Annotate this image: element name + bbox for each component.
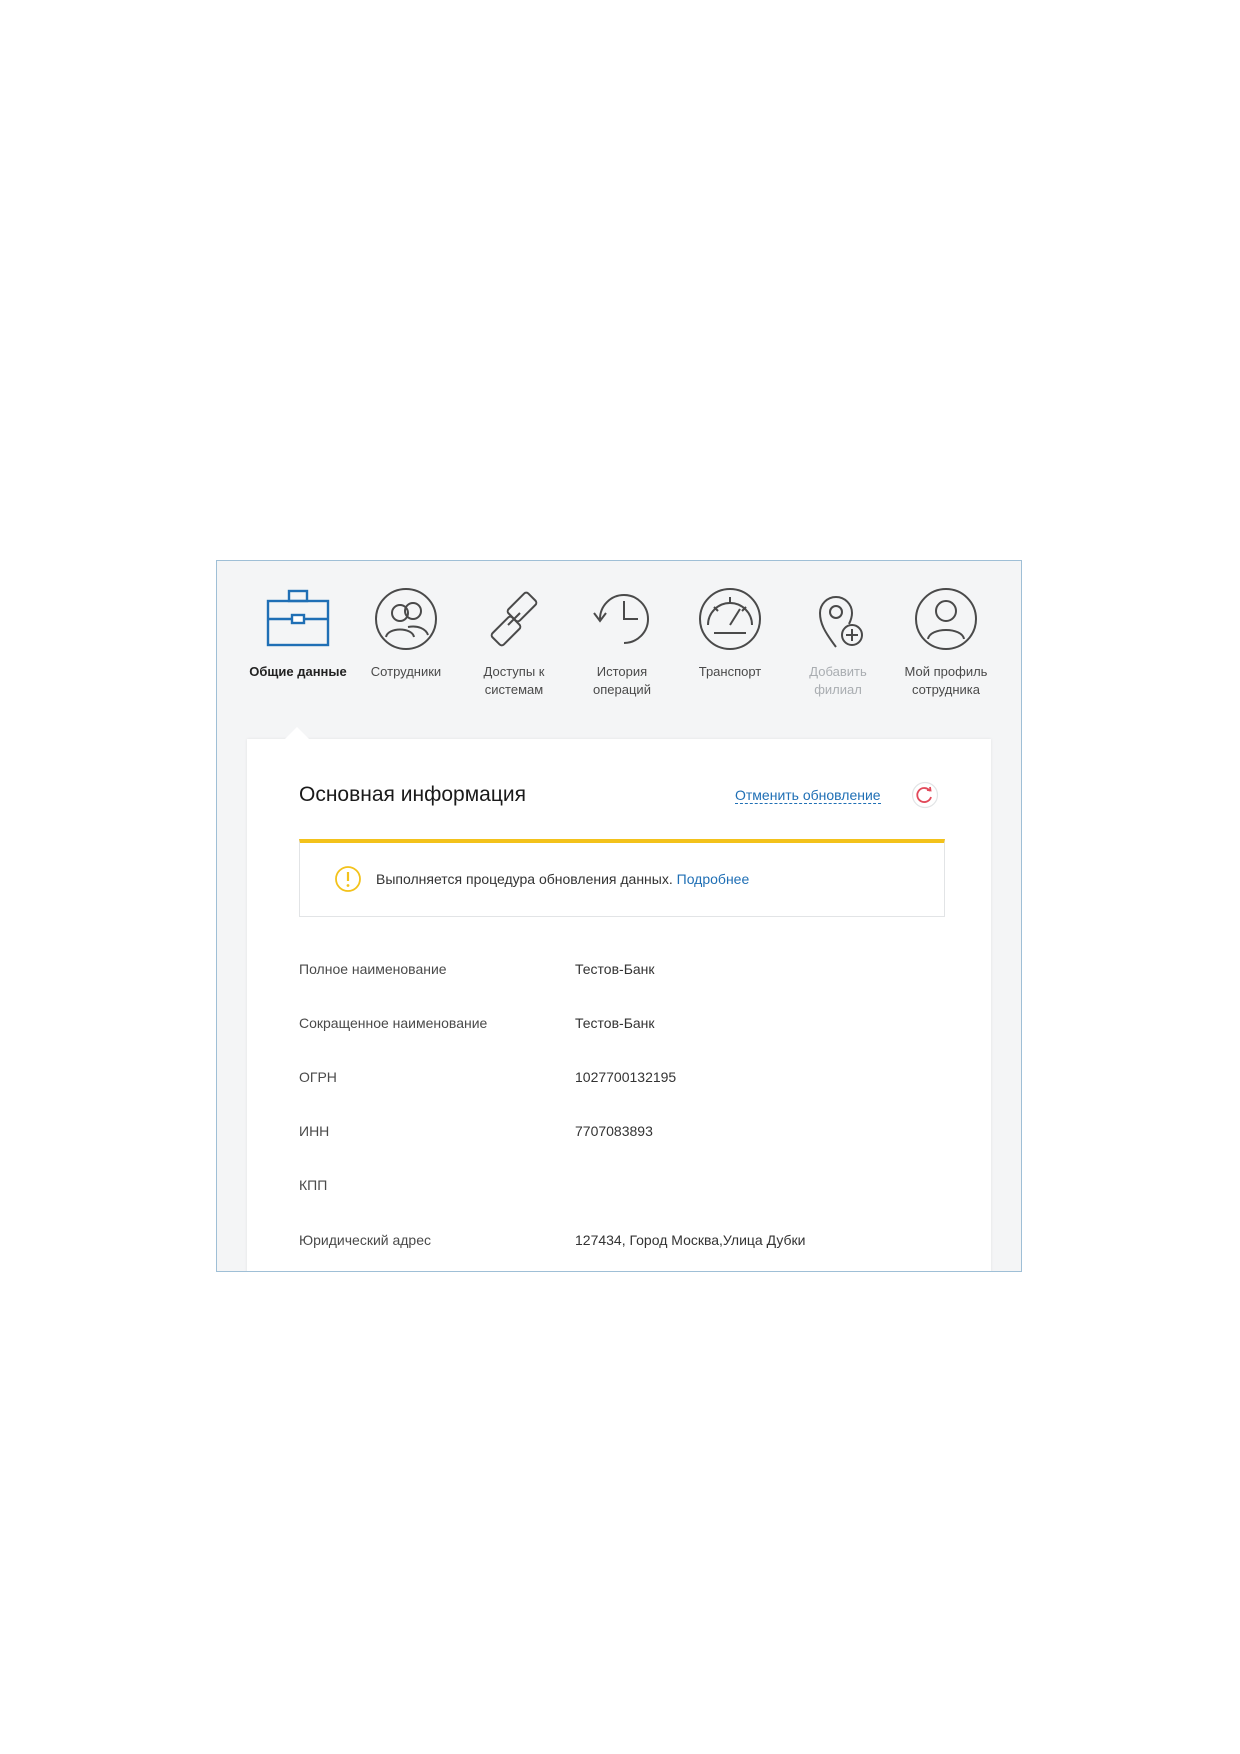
update-notice: Выполняется процедура обновления данных.… — [299, 839, 945, 917]
field-kpp: КПП — [299, 1177, 959, 1197]
tab-operations-history[interactable]: История операций — [568, 583, 676, 699]
field-value: 1027700132195 — [575, 1069, 677, 1085]
tab-label: Доступы к системам — [483, 664, 545, 697]
field-label: Полное наименование — [299, 961, 447, 977]
field-inn: ИНН 7707083893 — [299, 1123, 959, 1143]
field-label: ИНН — [299, 1123, 330, 1139]
tab-transport[interactable]: Транспорт — [676, 583, 784, 681]
tab-label: Общие данные — [249, 664, 347, 679]
company-profile-window: Общие данные Сотрудники Доступы к систем… — [216, 560, 1022, 1272]
field-legal-address: Юридический адрес 127434, Город Москва,У… — [299, 1232, 959, 1252]
briefcase-icon — [262, 583, 334, 655]
notice-message: Выполняется процедура обновления данных.… — [376, 871, 749, 887]
tab-general-data[interactable]: Общие данные — [244, 583, 352, 681]
field-label: КПП — [299, 1177, 328, 1193]
speedometer-icon — [694, 583, 766, 655]
page-title: Основная информация — [299, 783, 526, 806]
refresh-icon[interactable] — [911, 781, 939, 809]
location-add-icon — [802, 583, 874, 655]
cancel-update-link[interactable]: Отменить обновление — [735, 787, 881, 804]
tab-label: Сотрудники — [370, 664, 442, 679]
tab-employees[interactable]: Сотрудники — [352, 583, 460, 681]
field-ogrn: ОГРН 1027700132195 — [299, 1069, 959, 1089]
field-short-name: Сокращенное наименование Тестов-Банк — [299, 1015, 959, 1035]
field-value: Тестов-Банк — [575, 1015, 655, 1031]
field-full-name: Полное наименование Тестов-Банк — [299, 961, 959, 981]
field-value: Тестов-Банк — [575, 961, 655, 977]
more-details-link[interactable]: Подробнее — [677, 871, 750, 887]
field-label: ОГРН — [299, 1069, 337, 1085]
link-icon — [478, 583, 550, 655]
user-profile-icon — [910, 583, 982, 655]
tab-label: Мой профиль сотрудника — [904, 664, 988, 697]
history-icon — [586, 583, 658, 655]
tab-label: История операций — [593, 664, 651, 697]
main-info-panel: Основная информация Отменить обновление … — [247, 727, 991, 1271]
active-tab-pointer — [285, 727, 309, 739]
tab-label: Транспорт — [698, 664, 762, 679]
notice-text: Выполняется процедура обновления данных. — [376, 871, 673, 887]
field-label: Юридический адрес — [299, 1232, 432, 1248]
field-value: 7707083893 — [575, 1123, 653, 1139]
tab-my-profile[interactable]: Мой профиль сотрудника — [892, 583, 1000, 699]
warning-icon — [334, 865, 362, 893]
employees-icon — [370, 583, 442, 655]
tab-system-access[interactable]: Доступы к системам — [460, 583, 568, 699]
section-tabs: Общие данные Сотрудники Доступы к систем… — [217, 561, 1021, 741]
field-value: 127434, Город Москва,Улица Дубки — [575, 1232, 806, 1248]
tab-label: Добавить филиал — [809, 664, 867, 697]
field-label: Сокращенное наименование — [299, 1015, 488, 1031]
tab-add-branch[interactable]: Добавить филиал — [784, 583, 892, 699]
